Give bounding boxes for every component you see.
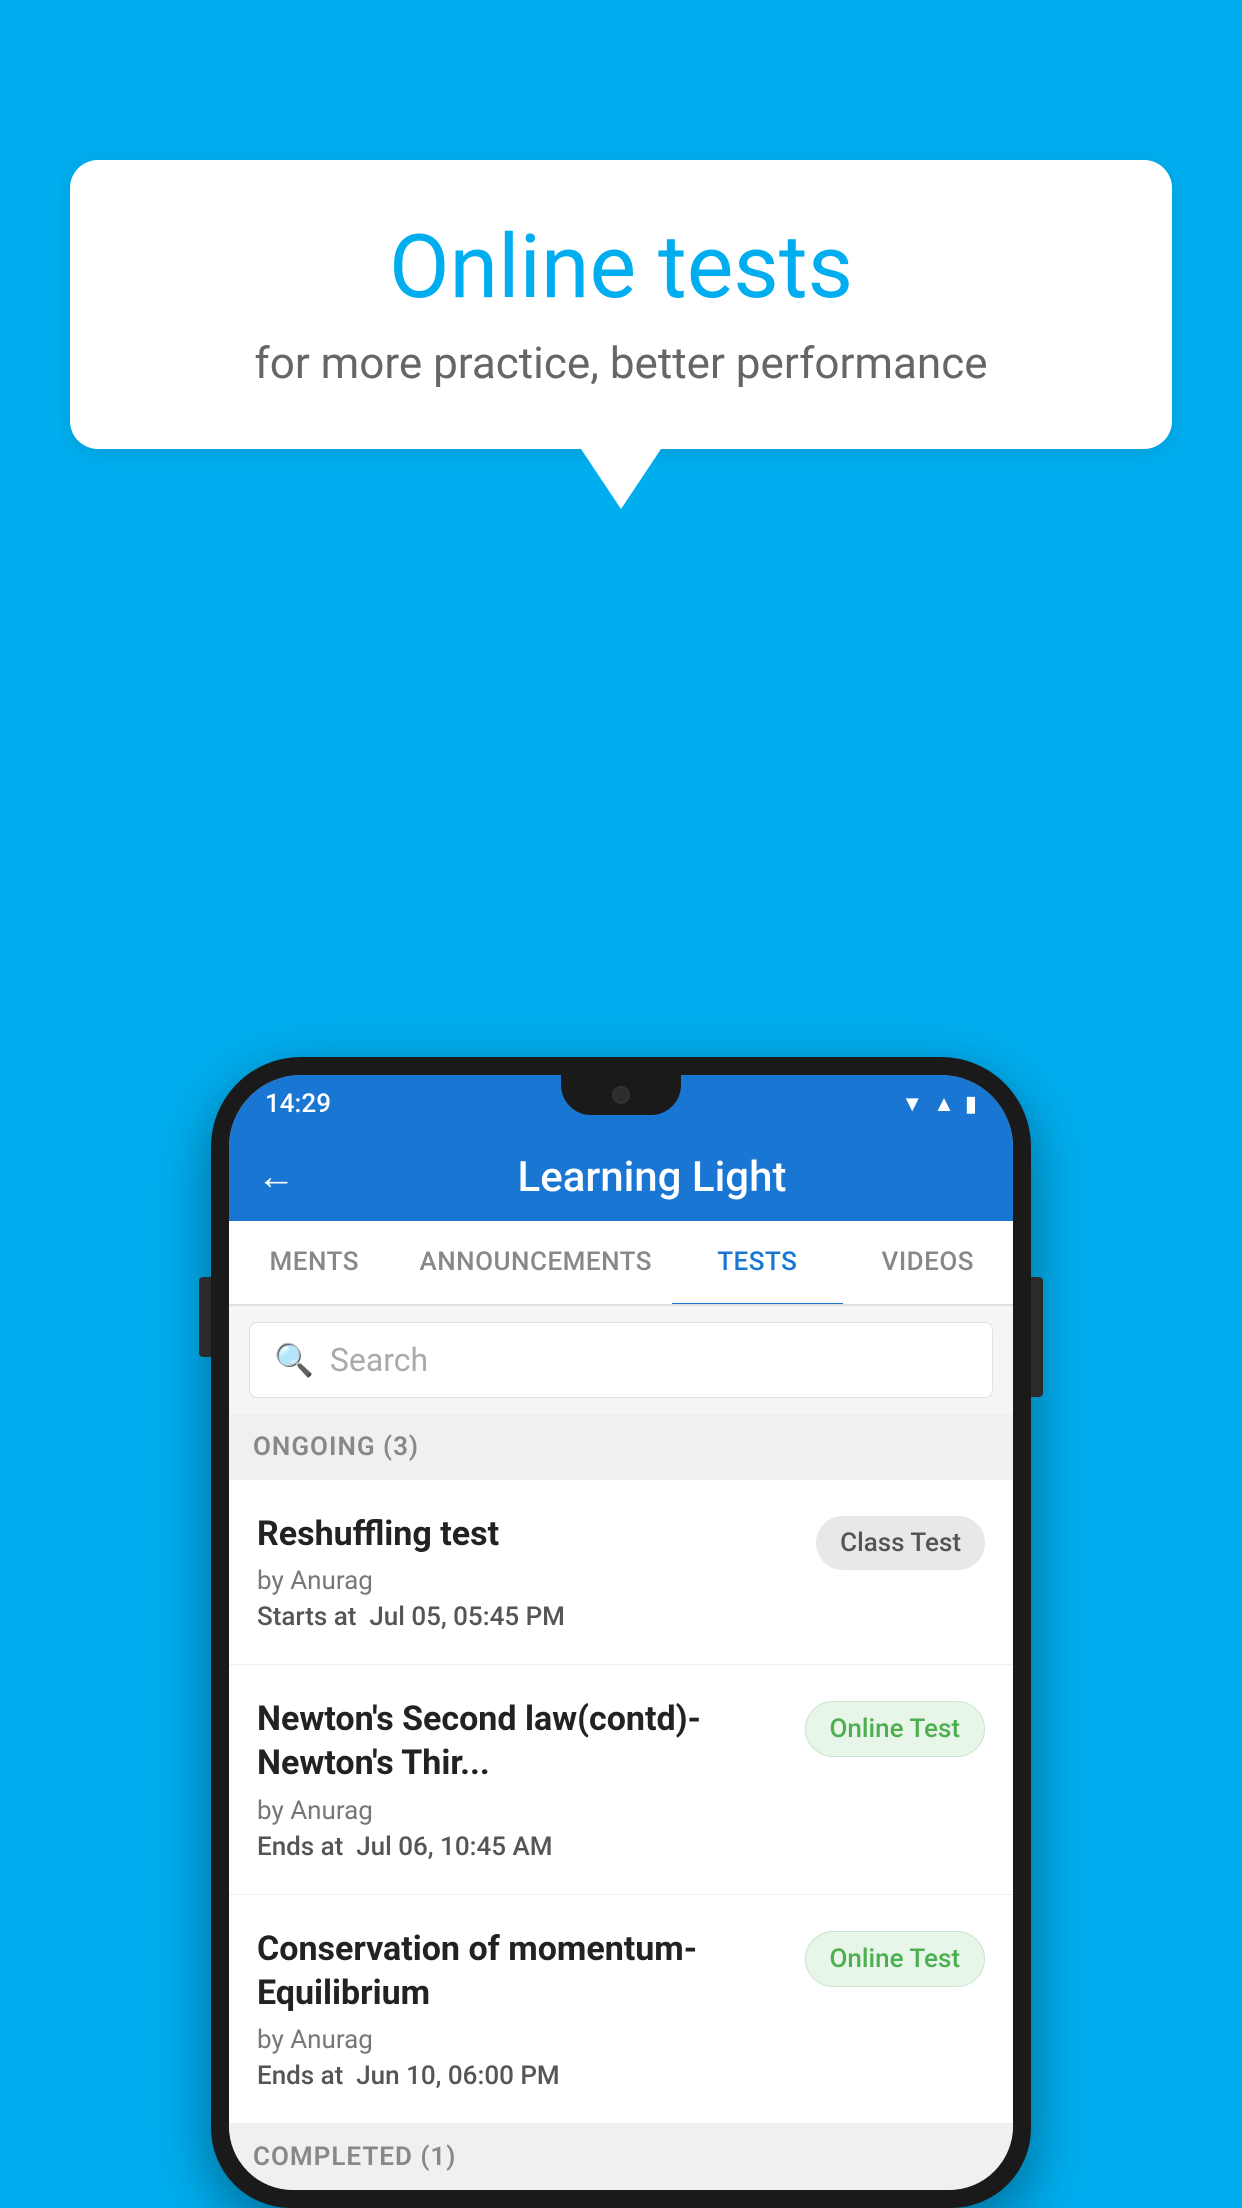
battery-icon: ▮ [965,1092,977,1117]
speech-bubble-container: Online tests for more practice, better p… [70,160,1172,509]
tab-videos[interactable]: VIDEOS [843,1221,1013,1304]
test-item-1-title: Reshuffling test [257,1512,796,1556]
status-icons: ▼ ▲ ▮ [901,1091,977,1117]
phone-screen: 14:29 ▼ ▲ ▮ ← Learning Light MENTS ANNOU… [229,1075,1013,2190]
test-item-3-title: Conservation of momentum-Equilibrium [257,1927,785,2015]
test-item-2-date: Ends at Jul 06, 10:45 AM [257,1832,785,1862]
test-item-3-by: by Anurag [257,2025,785,2055]
notch [561,1075,681,1115]
search-bar[interactable]: 🔍 Search [249,1322,993,1398]
speech-bubble-tail [581,449,661,509]
back-button[interactable]: ← [257,1155,295,1199]
signal-icon: ▲ [933,1091,955,1117]
status-time: 14:29 [265,1089,331,1119]
test-item-2-by: by Anurag [257,1796,785,1826]
test-item-2-badge: Online Test [805,1701,986,1757]
camera-icon [612,1086,630,1104]
test-item-1-date: Starts at Jul 05, 05:45 PM [257,1602,796,1632]
search-input[interactable]: Search [330,1341,428,1379]
speech-bubble-subtitle: for more practice, better performance [150,337,1092,389]
phone-outer: 14:29 ▼ ▲ ▮ ← Learning Light MENTS ANNOU… [211,1057,1031,2208]
wifi-icon: ▼ [901,1091,923,1117]
test-item-1-by: by Anurag [257,1566,796,1596]
test-item-2-title: Newton's Second law(contd)-Newton's Thir… [257,1697,785,1785]
completed-section-label: COMPLETED (1) [253,2142,456,2172]
test-item-2[interactable]: Newton's Second law(contd)-Newton's Thir… [229,1665,1013,1894]
test-item-3[interactable]: Conservation of momentum-Equilibrium by … [229,1895,1013,2124]
test-item-3-badge: Online Test [805,1931,986,1987]
ongoing-section-header: ONGOING (3) [229,1414,1013,1480]
phone-mockup: 14:29 ▼ ▲ ▮ ← Learning Light MENTS ANNOU… [211,1057,1031,2208]
search-container: 🔍 Search [229,1306,1013,1414]
test-item-3-date: Ends at Jun 10, 06:00 PM [257,2061,785,2091]
app-bar: ← Learning Light [229,1133,1013,1221]
tab-tests[interactable]: TESTS [672,1221,842,1306]
ongoing-section-label: ONGOING (3) [253,1432,419,1462]
completed-section-header: COMPLETED (1) [229,2124,1013,2190]
speech-bubble-title: Online tests [150,220,1092,317]
tab-announcements[interactable]: ANNOUNCEMENTS [399,1221,672,1304]
speech-bubble: Online tests for more practice, better p… [70,160,1172,449]
search-icon: 🔍 [274,1341,314,1379]
test-item-1-badge: Class Test [816,1516,985,1570]
test-item-3-content: Conservation of momentum-Equilibrium by … [257,1927,785,2091]
tabs-container: MENTS ANNOUNCEMENTS TESTS VIDEOS [229,1221,1013,1306]
status-bar: 14:29 ▼ ▲ ▮ [229,1075,1013,1133]
app-bar-title: Learning Light [319,1153,985,1202]
test-item-2-content: Newton's Second law(contd)-Newton's Thir… [257,1697,785,1861]
tab-ments[interactable]: MENTS [229,1221,399,1304]
test-item-1-content: Reshuffling test by Anurag Starts at Jul… [257,1512,796,1632]
test-item-1[interactable]: Reshuffling test by Anurag Starts at Jul… [229,1480,1013,1665]
